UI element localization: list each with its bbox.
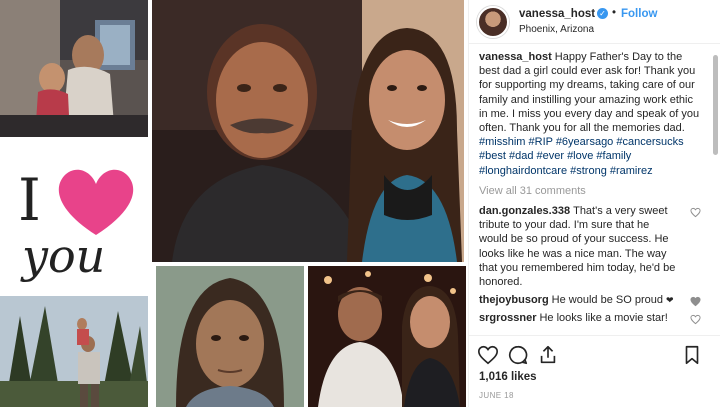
post-caption: vanessa_host Happy Father's Day to the be… <box>479 50 703 178</box>
post-actions-bar <box>469 335 720 369</box>
comment-like-heart-icon[interactable] <box>690 296 701 307</box>
photo-father-and-daughter-event <box>308 266 466 407</box>
comment-item: srgrossner He looks like a movie star! <box>479 311 703 325</box>
comment-item: dan.gonzales.338 That's a very sweet trib… <box>479 204 703 289</box>
photo-father-and-daughter <box>152 0 464 262</box>
post-header: vanessa_host ✓ • Follow Phoenix, Arizona <box>469 0 720 44</box>
caption-username[interactable]: vanessa_host <box>479 51 552 63</box>
follow-button[interactable]: Follow <box>621 8 657 20</box>
comment-username[interactable]: dan.gonzales.338 <box>479 205 570 217</box>
comment-text: That's a very sweet tribute to your dad.… <box>479 205 676 289</box>
post-date: JUNE 18 <box>479 391 514 400</box>
i-letter: I <box>18 166 41 234</box>
photo-child-with-father <box>0 0 148 137</box>
caption-text: Happy Father's Day to the best dad a gir… <box>479 51 700 135</box>
comment-text: He would be SO proud <box>551 294 663 307</box>
verified-badge-icon: ✓ <box>597 8 608 19</box>
i-love-you-graphic: I you <box>0 140 148 290</box>
post-location[interactable]: Phoenix, Arizona <box>519 24 594 35</box>
separator-dot: • <box>612 7 617 19</box>
instagram-post-panel: vanessa_host ✓ • Follow Phoenix, Arizona… <box>468 0 720 407</box>
share-icon[interactable] <box>537 344 559 366</box>
comment-username[interactable]: thejoybusorg <box>479 294 549 306</box>
photo-forest-hike <box>0 296 148 407</box>
post-username[interactable]: vanessa_host <box>519 8 595 20</box>
comment-item: thejoybusorg He would be SO proud ❤ <box>479 293 703 307</box>
heart-graphic <box>58 169 134 235</box>
view-all-comments-link[interactable]: View all 31 comments <box>479 184 703 198</box>
caption-hashtags[interactable]: #misshim #RIP #6yearsago #cancersucks #b… <box>479 136 684 176</box>
comment-like-heart-icon[interactable] <box>690 314 701 325</box>
heart-emoji: ❤ <box>666 295 674 306</box>
bookmark-icon[interactable] <box>681 344 703 366</box>
comments-area: vanessa_host Happy Father's Day to the be… <box>469 50 713 335</box>
you-word: you <box>20 229 105 283</box>
avatar[interactable] <box>477 6 509 38</box>
comment-username[interactable]: srgrossner <box>479 312 536 324</box>
comment-like-heart-icon[interactable] <box>690 207 701 218</box>
comment-text: He looks like a movie star! <box>539 312 668 325</box>
photo-collage: I you <box>0 0 466 407</box>
comment-icon[interactable] <box>507 344 529 366</box>
comments-scrollbar[interactable] <box>713 55 718 155</box>
likes-count[interactable]: 1,016 likes <box>479 371 537 383</box>
photo-young-father-portrait <box>156 266 304 407</box>
heart-icon[interactable] <box>477 344 499 366</box>
